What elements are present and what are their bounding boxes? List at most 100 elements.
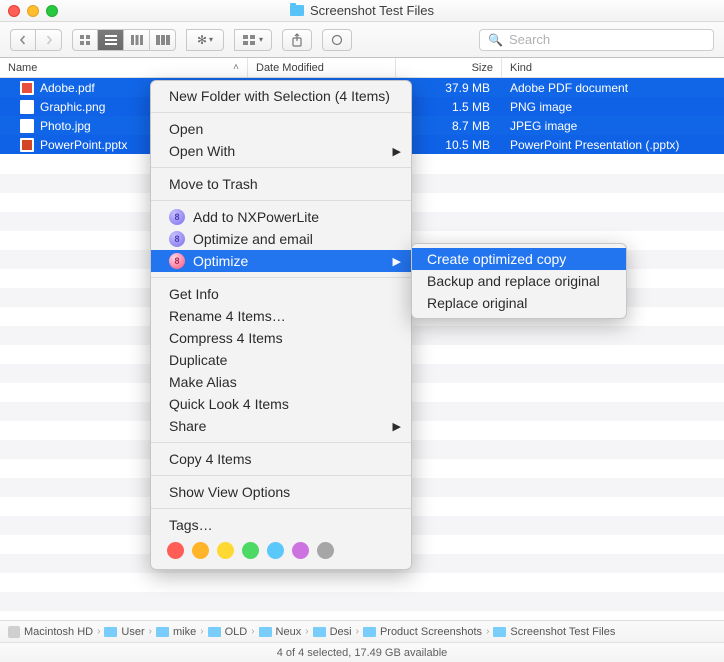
status-bar: 4 of 4 selected, 17.49 GB available [0, 642, 724, 662]
menu-open-with[interactable]: Open With▶ [151, 140, 411, 162]
tag-color-dot[interactable] [292, 542, 309, 559]
menu-view-options[interactable]: Show View Options [151, 481, 411, 503]
path-segment[interactable]: mike [156, 626, 196, 638]
column-name[interactable]: Name˄ [0, 58, 248, 77]
path-segment[interactable]: OLD [208, 626, 248, 638]
window-title-text: Screenshot Test Files [310, 3, 434, 18]
tag-color-dot[interactable] [317, 542, 334, 559]
folder-icon [8, 626, 20, 638]
menu-get-info[interactable]: Get Info [151, 283, 411, 305]
menu-optimize[interactable]: 8Optimize▶ [151, 250, 411, 272]
folder-icon [259, 627, 272, 637]
action-menu-button[interactable]: ✻ ▾ [186, 29, 224, 51]
menu-optimize-email[interactable]: 8Optimize and email [151, 228, 411, 250]
column-view-button[interactable] [124, 29, 150, 51]
toolbar: ✻ ▾ ▾ 🔍 Search [0, 22, 724, 58]
path-segment[interactable]: Macintosh HD [8, 626, 93, 638]
file-name: Photo.jpg [40, 119, 91, 133]
forward-button[interactable] [36, 29, 62, 51]
path-segment[interactable]: Desi [313, 626, 352, 638]
menu-rename[interactable]: Rename 4 Items… [151, 305, 411, 327]
icon-view-button[interactable] [72, 29, 98, 51]
path-label: Screenshot Test Files [510, 626, 615, 638]
file-icon [20, 81, 34, 95]
submenu-backup-replace[interactable]: Backup and replace original [412, 270, 626, 292]
column-headers: Name˄ Date Modified Size Kind [0, 58, 724, 78]
path-bar: Macintosh HD›User›mike›OLD›Neux›Desi›Pro… [0, 620, 724, 642]
submenu-create-optimized-copy[interactable]: Create optimized copy [412, 248, 626, 270]
file-kind: JPEG image [502, 119, 724, 133]
path-segment[interactable]: Screenshot Test Files [493, 626, 615, 638]
context-menu: New Folder with Selection (4 Items) Open… [150, 80, 412, 570]
folder-icon [156, 627, 169, 637]
menu-new-folder[interactable]: New Folder with Selection (4 Items) [151, 85, 411, 107]
share-button[interactable] [282, 29, 312, 51]
nav-buttons [10, 29, 62, 51]
search-placeholder: Search [509, 32, 550, 47]
arrange-group: ✻ ▾ [186, 29, 224, 51]
menu-open[interactable]: Open [151, 118, 411, 140]
menu-copy-items[interactable]: Copy 4 Items [151, 448, 411, 470]
group-by-button[interactable]: ▾ [234, 29, 272, 51]
tag-color-dot[interactable] [217, 542, 234, 559]
minimize-window-button[interactable] [27, 5, 39, 17]
tags-button[interactable] [322, 29, 352, 51]
menu-separator [151, 508, 411, 509]
search-icon: 🔍 [488, 33, 503, 47]
menu-tags[interactable]: Tags… [151, 514, 411, 536]
chevron-right-icon: › [486, 626, 489, 637]
tag-color-dot[interactable] [242, 542, 259, 559]
tag-color-dot[interactable] [167, 542, 184, 559]
sort-indicator-icon: ˄ [233, 62, 239, 73]
chevron-right-icon: › [251, 626, 254, 637]
path-segment[interactable]: Neux [259, 626, 302, 638]
column-kind[interactable]: Kind [502, 58, 724, 77]
file-icon [20, 138, 34, 152]
file-name: PowerPoint.pptx [40, 138, 127, 152]
menu-compress[interactable]: Compress 4 Items [151, 327, 411, 349]
menu-add-nxpowerlite[interactable]: 8Add to NXPowerLite [151, 206, 411, 228]
list-view-button[interactable] [98, 29, 124, 51]
file-icon [20, 119, 34, 133]
view-mode-buttons [72, 29, 176, 51]
folder-icon [104, 627, 117, 637]
file-kind: PNG image [502, 100, 724, 114]
file-kind: Adobe PDF document [502, 81, 724, 95]
tag-color-dot[interactable] [267, 542, 284, 559]
tag-colors-row [151, 536, 411, 565]
path-label: Desi [330, 626, 352, 638]
path-label: User [121, 626, 144, 638]
tag-color-dot[interactable] [192, 542, 209, 559]
menu-duplicate[interactable]: Duplicate [151, 349, 411, 371]
menu-make-alias[interactable]: Make Alias [151, 371, 411, 393]
title-bar: Screenshot Test Files [0, 0, 724, 22]
window-title: Screenshot Test Files [0, 3, 724, 18]
menu-quick-look[interactable]: Quick Look 4 Items [151, 393, 411, 415]
column-date-modified[interactable]: Date Modified [248, 58, 396, 77]
path-label: Macintosh HD [24, 626, 93, 638]
path-segment[interactable]: Product Screenshots [363, 626, 482, 638]
nxpowerlite-icon: 8 [169, 253, 185, 269]
submenu-replace-original[interactable]: Replace original [412, 292, 626, 314]
close-window-button[interactable] [8, 5, 20, 17]
path-label: mike [173, 626, 196, 638]
path-label: OLD [225, 626, 248, 638]
menu-separator [151, 112, 411, 113]
folder-icon [290, 5, 304, 16]
search-field[interactable]: 🔍 Search [479, 29, 714, 51]
zoom-window-button[interactable] [46, 5, 58, 17]
menu-separator [151, 167, 411, 168]
gallery-view-button[interactable] [150, 29, 176, 51]
path-segment[interactable]: User [104, 626, 144, 638]
back-button[interactable] [10, 29, 36, 51]
nxpowerlite-icon: 8 [169, 231, 185, 247]
folder-icon [313, 627, 326, 637]
chevron-right-icon: › [305, 626, 308, 637]
window-controls [8, 5, 58, 17]
file-icon [20, 100, 34, 114]
folder-icon [208, 627, 221, 637]
column-size[interactable]: Size [396, 58, 502, 77]
menu-share[interactable]: Share▶ [151, 415, 411, 437]
chevron-right-icon: › [200, 626, 203, 637]
menu-move-to-trash[interactable]: Move to Trash [151, 173, 411, 195]
